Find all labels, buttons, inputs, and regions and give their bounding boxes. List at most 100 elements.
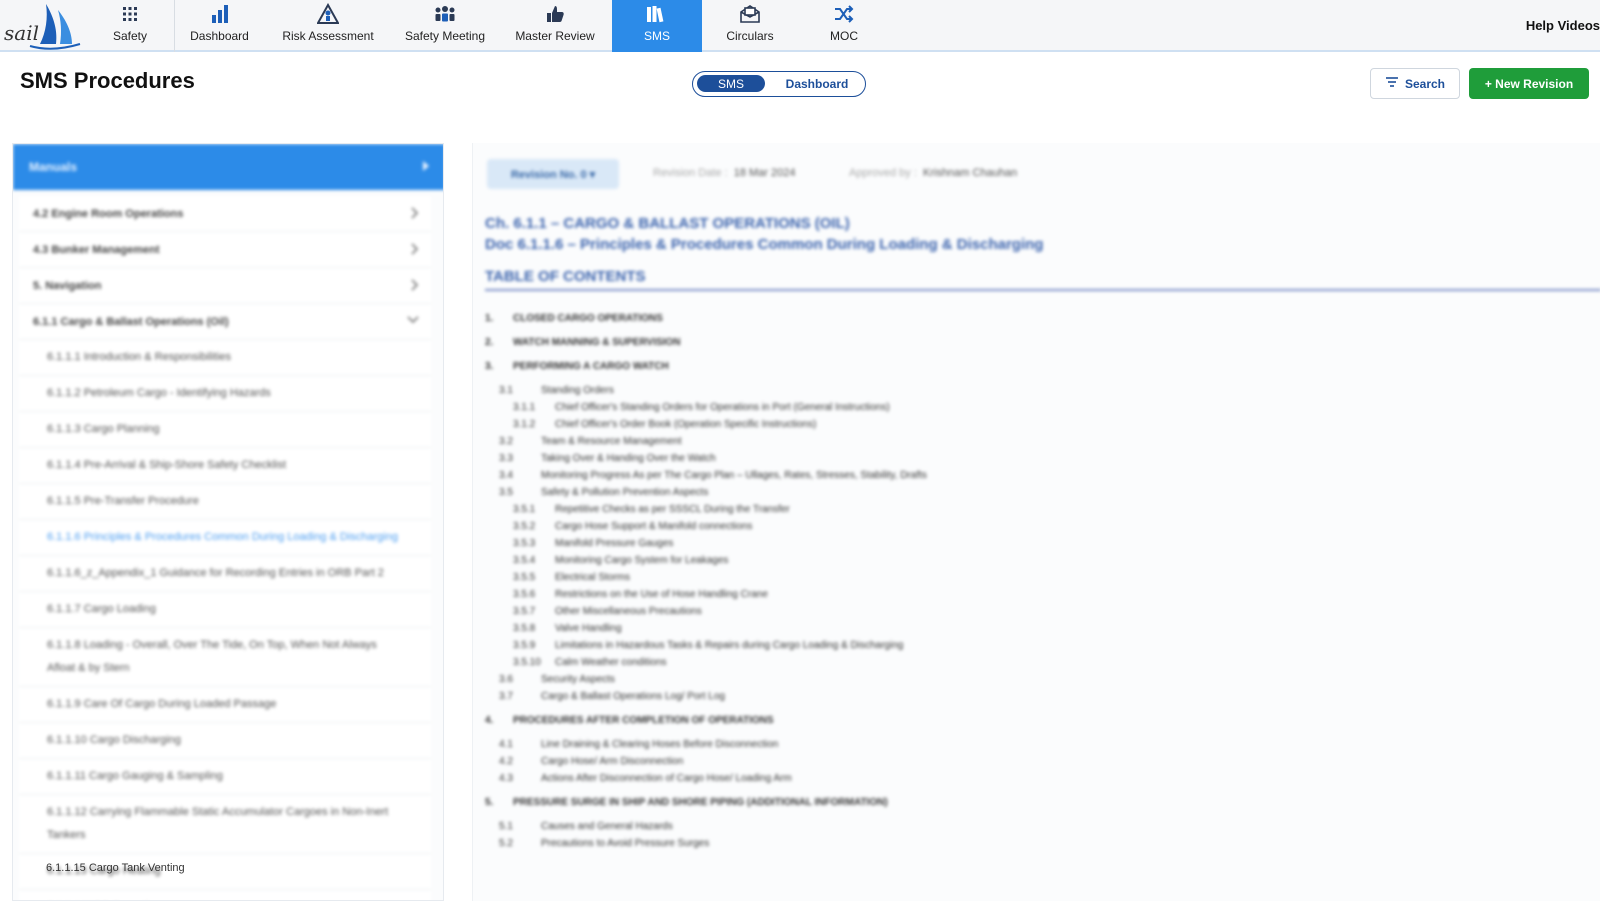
nav-item-circulars[interactable]: Circulars [702, 0, 798, 52]
toc-entry[interactable]: 5.2 Precautions to Avoid Pressure Surges [499, 838, 709, 849]
toc-entry[interactable]: 5. Pressure Surge in Ship and Shore Pipin… [485, 797, 888, 808]
toc-number: 3.4 [499, 470, 513, 481]
toc-text: Cargo Hose Support & Manifold connection… [555, 521, 753, 532]
toc-entry[interactable]: 4. Procedures After Completion of Operati… [485, 715, 774, 726]
sidebar-item[interactable]: 4.2 Engine Room Operations [19, 196, 431, 232]
toc-entry[interactable]: 4.3 Actions After Disconnection of Cargo … [499, 773, 792, 784]
nav-item-dashboard[interactable]: Dashboard [175, 0, 264, 52]
toc-text: Safety & Pollution Prevention Aspects [541, 487, 709, 498]
toc-number: 5.2 [499, 838, 513, 849]
nav-item-master-review[interactable]: Master Review [498, 0, 612, 52]
toc-entry[interactable]: 3.5.1 Repetitive Checks as per SSSCL Duri… [513, 504, 790, 515]
toc-entry[interactable]: 3.2 Team & Resource Management [499, 436, 682, 447]
svg-text:sail: sail [4, 21, 39, 45]
sidebar-item[interactable]: 4.3 Bunker Management [19, 232, 431, 268]
sidebar-subitem[interactable]: 6.1.1.3 Cargo Planning [19, 412, 431, 448]
toc-entry[interactable]: 3.5.2 Cargo Hose Support & Manifold conne… [513, 521, 752, 532]
books-icon [646, 2, 668, 26]
toc-entry[interactable]: 3.5.8 Valve Handling [513, 623, 622, 634]
sidebar-subitem[interactable]: 6.1.1.4 Pre-Arrival & Ship-Shore Safety … [19, 448, 431, 484]
toc-entry[interactable]: 3.5.9 Limitations in Hazardous Tasks & Re… [513, 640, 903, 651]
view-toggle: SMS Dashboard [692, 71, 866, 97]
toc-entry[interactable]: 1. Closed Cargo Operations [485, 313, 663, 324]
toc-number: 4.1 [499, 739, 513, 750]
sail-logo[interactable]: sail [0, 0, 84, 52]
sidebar-item-label: 6.1.1 Cargo & Ballast Operations (Oil) [33, 316, 229, 328]
sidebar-subitem[interactable]: 6.1.1.12 Carrying Flammable Static Accum… [19, 795, 431, 854]
toc-text: Standing Orders [541, 385, 614, 396]
toc-entry[interactable]: 3.4 Monitoring Progress As per The Cargo … [499, 470, 927, 481]
sidebar-item-cargo-tank-venting[interactable]: 6.1.1.15 Cargo Tank Venting [46, 862, 185, 874]
toc-entry[interactable]: 4.1 Line Draining & Clearing Hoses Before… [499, 739, 778, 750]
top-navigation-bar: sail Safety Dashboard Risk Assessment Sa… [0, 0, 1600, 52]
sidebar-subitem[interactable]: 6.1.1.7 Cargo Loading [19, 592, 431, 628]
sidebar-subitem[interactable]: 6.1.1.11 Cargo Gauging & Sampling [19, 759, 431, 795]
toc-entry[interactable]: 3.5.5 Electrical Storms [513, 572, 630, 583]
toc-number: 3.2 [499, 436, 513, 447]
toc-entry[interactable]: 3.5.7 Other Miscellaneous Precautions [513, 606, 702, 617]
toc-entry[interactable]: 3.6 Security Aspects [499, 674, 615, 685]
sidebar-item-label: 4.2 Engine Room Operations [33, 208, 184, 220]
toc-number: 1. [485, 313, 494, 324]
toc-text: Line Draining & Clearing Hoses Before Di… [541, 739, 779, 750]
toc-entry[interactable]: 3.5.10 Calm Weather conditions [513, 657, 667, 668]
toc-number: 3.5.4 [513, 555, 536, 566]
toc-number: 3.5.3 [513, 538, 536, 549]
toc-text: Calm Weather conditions [555, 657, 667, 668]
sidebar-subitem[interactable]: 6.1.1.6 Principles & Procedures Common D… [19, 520, 431, 556]
toc-text: Manifold Pressure Gauges [555, 538, 674, 549]
sidebar-item-label: 5. Navigation [33, 280, 102, 292]
toc-entry[interactable]: 5.1 Causes and General Hazards [499, 821, 673, 832]
toc-entry[interactable]: 3.5.3 Manifold Pressure Gauges [513, 538, 673, 549]
toc-entry[interactable]: 2. Watch Manning & Supervision [485, 337, 680, 348]
nav-item-safety-meeting[interactable]: Safety Meeting [392, 0, 498, 52]
toc-entry[interactable]: 3.3 Taking Over & Handing Over the Watch [499, 453, 716, 464]
nav-item-moc[interactable]: MOC [798, 0, 890, 52]
toc-number: 3.1.1 [513, 402, 536, 413]
search-button[interactable]: Search [1370, 68, 1460, 99]
sidebar-subitem[interactable]: 6.1.1.2 Petroleum Cargo - Identifying Ha… [19, 376, 431, 412]
toc-number: 5.1 [499, 821, 513, 832]
sidebar-item[interactable]: 6.1.1 Cargo & Ballast Operations (Oil) [19, 304, 431, 340]
approved-by: Approved by : Krishnam Chauhan [849, 167, 1017, 179]
revision-dropdown[interactable]: Revision No. 0 ▾ [487, 159, 619, 189]
sidebar-subitem[interactable]: 6.1.1.8 Loading - Overall, Over The Tide… [19, 628, 431, 687]
help-videos-link[interactable]: Help Videos [1526, 18, 1600, 33]
toggle-dashboard[interactable]: Dashboard [773, 75, 861, 92]
toc-entry[interactable]: 4.2 Cargo Hose/ Arm Disconnection [499, 756, 683, 767]
toc-text: Performing a Cargo Watch [513, 361, 669, 372]
toc-entry[interactable]: 3.5 Safety & Pollution Prevention Aspects [499, 487, 708, 498]
manuals-header[interactable]: Manuals [13, 144, 443, 190]
nav-item-risk-assessment[interactable]: Risk Assessment [264, 0, 392, 52]
sidebar-subitem[interactable]: 6.1.1.14 IGS Operations [19, 890, 431, 900]
toc-number: 3. [485, 361, 494, 372]
toc-entry[interactable]: 3.5.6 Restrictions on the Use of Hose Han… [513, 589, 768, 600]
sidebar-subitem[interactable]: 6.1.1.9 Care Of Cargo During Loaded Pass… [19, 687, 431, 723]
toc-text: Security Aspects [541, 674, 615, 685]
toc-entry[interactable]: 3.1.2 Chief Officer's Order Book (Operati… [513, 419, 816, 430]
sidebar-subitem[interactable]: 6.1.1.6_z_Appendix_1 Guidance for Record… [19, 556, 431, 592]
toc-text: Precautions to Avoid Pressure Surges [541, 838, 710, 849]
toc-entry[interactable]: 3.1 Standing Orders [499, 385, 614, 396]
sidebar-item[interactable]: 5. Navigation [19, 268, 431, 304]
toc-number: 3.5 [499, 487, 513, 498]
new-revision-button[interactable]: + New Revision [1469, 68, 1589, 99]
toc-text: Chief Officer's Order Book (Operation Sp… [555, 419, 817, 430]
thumbs-up-icon [545, 2, 565, 26]
toc-entry[interactable]: 3.7 Cargo & Ballast Operations Log/ Port … [499, 691, 725, 702]
toc-number: 4. [485, 715, 494, 726]
nav-item-safety[interactable]: Safety [86, 0, 174, 52]
sidebar-subitem[interactable]: 6.1.1.10 Cargo Discharging [19, 723, 431, 759]
toc-number: 3.5.8 [513, 623, 536, 634]
nav-item-sms[interactable]: SMS [612, 0, 702, 52]
filter-icon [1385, 76, 1399, 91]
toggle-sms[interactable]: SMS [697, 75, 765, 92]
toc-text: Watch Manning & Supervision [513, 337, 681, 348]
toc-entry[interactable]: 3. Performing a Cargo Watch [485, 361, 669, 372]
toc-text: Repetitive Checks as per SSSCL During th… [555, 504, 790, 515]
sidebar-subitem[interactable]: 6.1.1.1 Introduction & Responsibilities [19, 340, 431, 376]
sidebar-subitem[interactable]: 6.1.1.5 Pre-Transfer Procedure [19, 484, 431, 520]
toc-entry[interactable]: 3.1.1 Chief Officer's Standing Orders for… [513, 402, 890, 413]
toc-entry[interactable]: 3.5.4 Monitoring Cargo System for Leakage… [513, 555, 728, 566]
chevron-right-icon [411, 207, 419, 222]
